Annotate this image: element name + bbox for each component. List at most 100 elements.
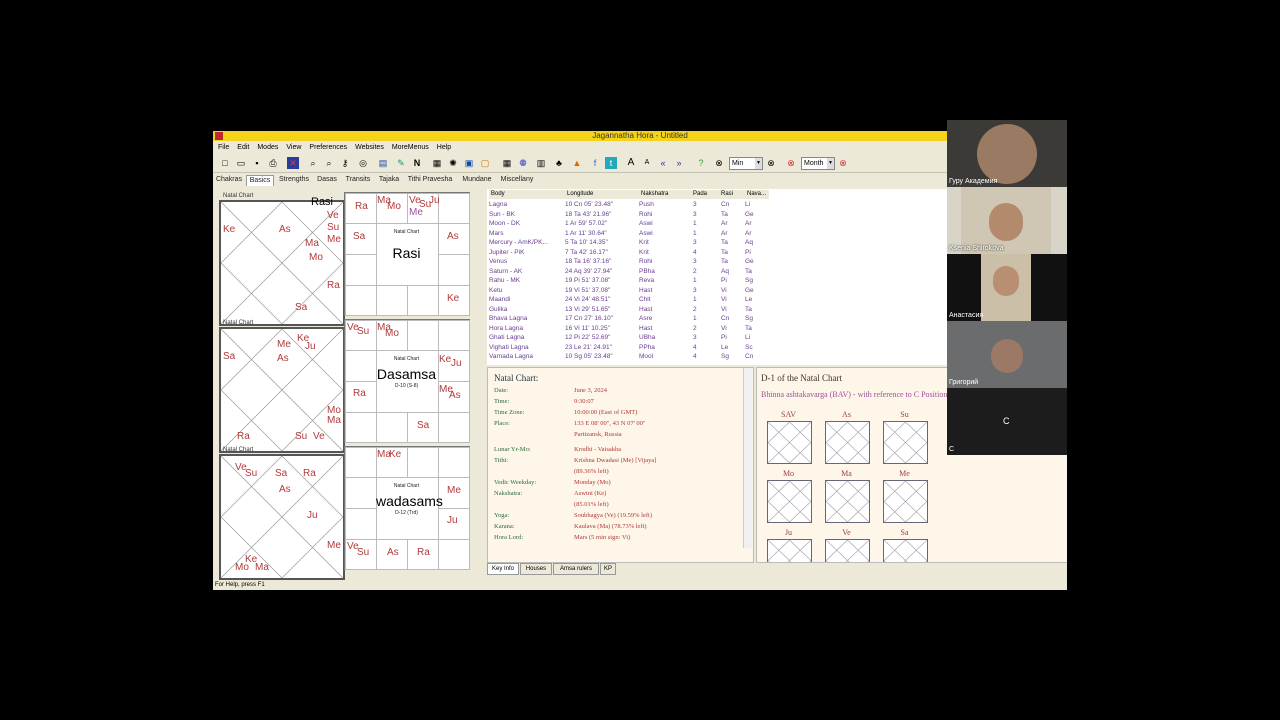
step-back-month-icon[interactable]: ⊗ bbox=[785, 157, 797, 169]
tab-tithi-pravesha[interactable]: Tithi Pravesha bbox=[407, 175, 453, 185]
bav-mini-chart[interactable] bbox=[883, 421, 928, 464]
key-icon[interactable]: ⚷ bbox=[339, 157, 351, 169]
menu-file[interactable]: File bbox=[215, 142, 232, 153]
bav-mini-chart[interactable] bbox=[825, 480, 870, 523]
bav-mini-chart[interactable] bbox=[767, 421, 812, 464]
table-row[interactable]: Venus 18 Ta 16' 37.16" Rohi 3 Ta Ge bbox=[487, 257, 769, 267]
col-pada[interactable]: Pada bbox=[693, 190, 707, 199]
font-smaller-icon[interactable]: A bbox=[641, 157, 653, 169]
bav-mini-chart[interactable] bbox=[883, 539, 928, 562]
zoom-icon[interactable]: ⌕ bbox=[307, 157, 319, 169]
table-row[interactable]: Mars 1 Ar 11' 30.64" Aswi 1 Ar Ar bbox=[487, 229, 769, 239]
d10-diamond-chart[interactable]: Natal Chart Sa Me Ke Ju As Mo Ma Ra Su V… bbox=[219, 320, 345, 453]
col-navamsa[interactable]: Nava... bbox=[747, 190, 766, 199]
table-row[interactable]: Ketu 19 Vi 51' 37.08" Hast 3 Vi Ge bbox=[487, 286, 769, 296]
table-row[interactable]: Moon - DK 1 Ar 59' 57.02" Aswi 1 Ar Ar bbox=[487, 219, 769, 229]
menu-view[interactable]: View bbox=[283, 142, 304, 153]
table-row[interactable]: Rahu - MK 19 Pi 51' 37.08" Reva 1 Pi Sg bbox=[487, 276, 769, 286]
sb-icon[interactable]: ▣ bbox=[463, 157, 475, 169]
help-icon[interactable]: ? bbox=[695, 157, 707, 169]
back-icon[interactable]: « bbox=[657, 157, 669, 169]
tab-strengths[interactable]: Strengths bbox=[277, 175, 311, 185]
people-icon[interactable]: ⚉ bbox=[517, 157, 529, 169]
menu-websites[interactable]: Websites bbox=[352, 142, 387, 153]
open-folder-icon[interactable]: ▭ bbox=[235, 157, 247, 169]
book-icon[interactable]: ▥ bbox=[535, 157, 547, 169]
dasamsa-square-chart[interactable]: Natal Chart Dasamsa D-10 (S-8) Ve Su Ma … bbox=[344, 319, 470, 443]
bav-mini-chart[interactable] bbox=[825, 539, 870, 562]
table-icon[interactable]: ▦ bbox=[501, 157, 513, 169]
video-tile-5[interactable]: C C bbox=[947, 388, 1067, 455]
video-tile-4[interactable]: Григорий bbox=[947, 321, 1067, 388]
table-row[interactable]: Vighati Lagna 23 Le 21' 24.91" PPha 4 Le Sc bbox=[487, 343, 769, 353]
edit-icon[interactable]: ✎ bbox=[395, 157, 407, 169]
table-row[interactable]: Mercury - AmK/PK... 5 Ta 10' 14.35" Krit 3 T… bbox=[487, 238, 769, 248]
step-forward-icon[interactable]: ⊗ bbox=[765, 157, 777, 169]
video-tile-3[interactable]: Анастасия bbox=[947, 254, 1067, 321]
dwadasamsa-square-chart[interactable]: Natal Chart wadasams D-12 (Trd) Ma Ke Me… bbox=[344, 446, 470, 570]
search-icon[interactable]: ⌕ bbox=[323, 157, 335, 169]
col-nakshatra[interactable]: Nakshatra bbox=[641, 190, 668, 199]
tab-kp[interactable]: KP bbox=[600, 563, 616, 575]
sun-icon[interactable]: ✺ bbox=[447, 157, 459, 169]
menu-edit[interactable]: Edit bbox=[234, 142, 252, 153]
n-icon[interactable]: N bbox=[411, 157, 423, 169]
font-larger-icon[interactable]: A bbox=[625, 157, 637, 169]
tab-dasas[interactable]: Dasas bbox=[316, 175, 338, 185]
tab-transits[interactable]: Transits bbox=[344, 175, 372, 185]
temple-icon[interactable]: ▲ bbox=[571, 157, 583, 169]
table-row[interactable]: Saturn - AK 24 Aq 39' 27.94" PBha 2 Aq Ta bbox=[487, 267, 769, 277]
tab-miscellany[interactable]: Miscellany bbox=[499, 175, 535, 185]
table-row[interactable]: Sun - BK 18 Ta 43' 21.96" Rohi 3 Ta Ge bbox=[487, 210, 769, 220]
tumblr-icon[interactable]: t bbox=[605, 157, 617, 169]
table-row[interactable]: Ghati Lagna 12 Pi 22' 52.69" UBha 3 Pi Li bbox=[487, 333, 769, 343]
table-row[interactable]: Maandi 24 Vi 24' 48.51" Chit 1 Vi Le bbox=[487, 295, 769, 305]
bav-mini-chart[interactable] bbox=[825, 421, 870, 464]
table-row[interactable]: Jupiter - PiK 7 Ta 42' 16.17" Krit 4 Ta Pi bbox=[487, 248, 769, 258]
step-forward-month-icon[interactable]: ⊗ bbox=[837, 157, 849, 169]
tab-tajaka[interactable]: Tajaka bbox=[377, 175, 401, 185]
tab-key-info[interactable]: Key Info bbox=[487, 563, 519, 575]
col-rasi[interactable]: Rasi bbox=[721, 190, 733, 199]
col-body[interactable]: Body bbox=[491, 190, 505, 199]
min-combo[interactable]: Min ▼ bbox=[729, 157, 763, 170]
tree-icon[interactable]: ♣ bbox=[553, 157, 565, 169]
tab-amsa-rulers[interactable]: Amsa rulers bbox=[553, 563, 599, 575]
table-row[interactable]: Hora Lagna 16 Vi 11' 10.25" Hast 2 Vi Ta bbox=[487, 324, 769, 334]
frame-icon[interactable]: ▢ bbox=[479, 157, 491, 169]
facebook-icon[interactable]: f bbox=[589, 157, 601, 169]
col-longitude[interactable]: Longitude bbox=[567, 190, 593, 199]
bav-mini-chart[interactable] bbox=[767, 480, 812, 523]
save-icon[interactable]: ▪ bbox=[251, 157, 263, 169]
menu-modes[interactable]: Modes bbox=[254, 142, 281, 153]
grid-icon[interactable]: ▦ bbox=[431, 157, 443, 169]
menu-help[interactable]: Help bbox=[434, 142, 454, 153]
sp-kh-icon[interactable]: ▤ bbox=[377, 157, 389, 169]
new-file-icon[interactable]: □ bbox=[219, 157, 231, 169]
menu-moremenus[interactable]: MoreMenus bbox=[389, 142, 432, 153]
table-row[interactable]: Bhava Lagna 17 Cn 27' 16.10" Asre 1 Cn Sg bbox=[487, 314, 769, 324]
video-tile-1[interactable]: Гуру Академия bbox=[947, 120, 1067, 187]
table-cell: Rohi bbox=[639, 210, 653, 218]
print-icon[interactable]: ⎙ bbox=[267, 157, 279, 169]
table-row[interactable]: Gulika 13 Vi 29' 51.65" Hast 2 Vi Ta bbox=[487, 305, 769, 315]
forward-icon[interactable]: » bbox=[673, 157, 685, 169]
tab-chakras[interactable]: Chakras bbox=[215, 175, 243, 185]
chart-icon[interactable]: ✕ bbox=[287, 157, 299, 169]
table-row[interactable]: Lagna 10 Cn 05' 23.48" Push 3 Cn Li bbox=[487, 200, 769, 210]
video-tile-2[interactable]: Ksenia Shirokova bbox=[947, 187, 1067, 254]
rasi-diamond-chart[interactable]: Natal Chart Rasi As Ke Ma Mo Ve Su Me Ra… bbox=[219, 193, 345, 326]
key-info-scrollbar[interactable] bbox=[743, 368, 752, 548]
bav-mini-chart[interactable] bbox=[767, 539, 812, 562]
table-row[interactable]: Varnada Lagna 10 Sg 05' 23.48" Mool 4 Sg Cn bbox=[487, 352, 769, 362]
d12-diamond-chart[interactable]: Natal Chart Ve Su Sa Ra As Ju Me Ke Mo M… bbox=[219, 447, 345, 580]
tab-basics[interactable]: Basics bbox=[246, 175, 274, 186]
tab-houses[interactable]: Houses bbox=[520, 563, 552, 575]
tab-mundane[interactable]: Mundane bbox=[460, 175, 494, 185]
bav-mini-chart[interactable] bbox=[883, 480, 928, 523]
month-combo[interactable]: Month ▼ bbox=[801, 157, 835, 170]
globe-icon[interactable]: ◎ bbox=[357, 157, 369, 169]
menu-preferences[interactable]: Preferences bbox=[306, 142, 350, 153]
rasi-square-chart[interactable]: Natal Chart Rasi Ra Ma Mo Ve Su Ju Me Sa… bbox=[344, 192, 470, 316]
step-back-icon[interactable]: ⊗ bbox=[713, 157, 725, 169]
